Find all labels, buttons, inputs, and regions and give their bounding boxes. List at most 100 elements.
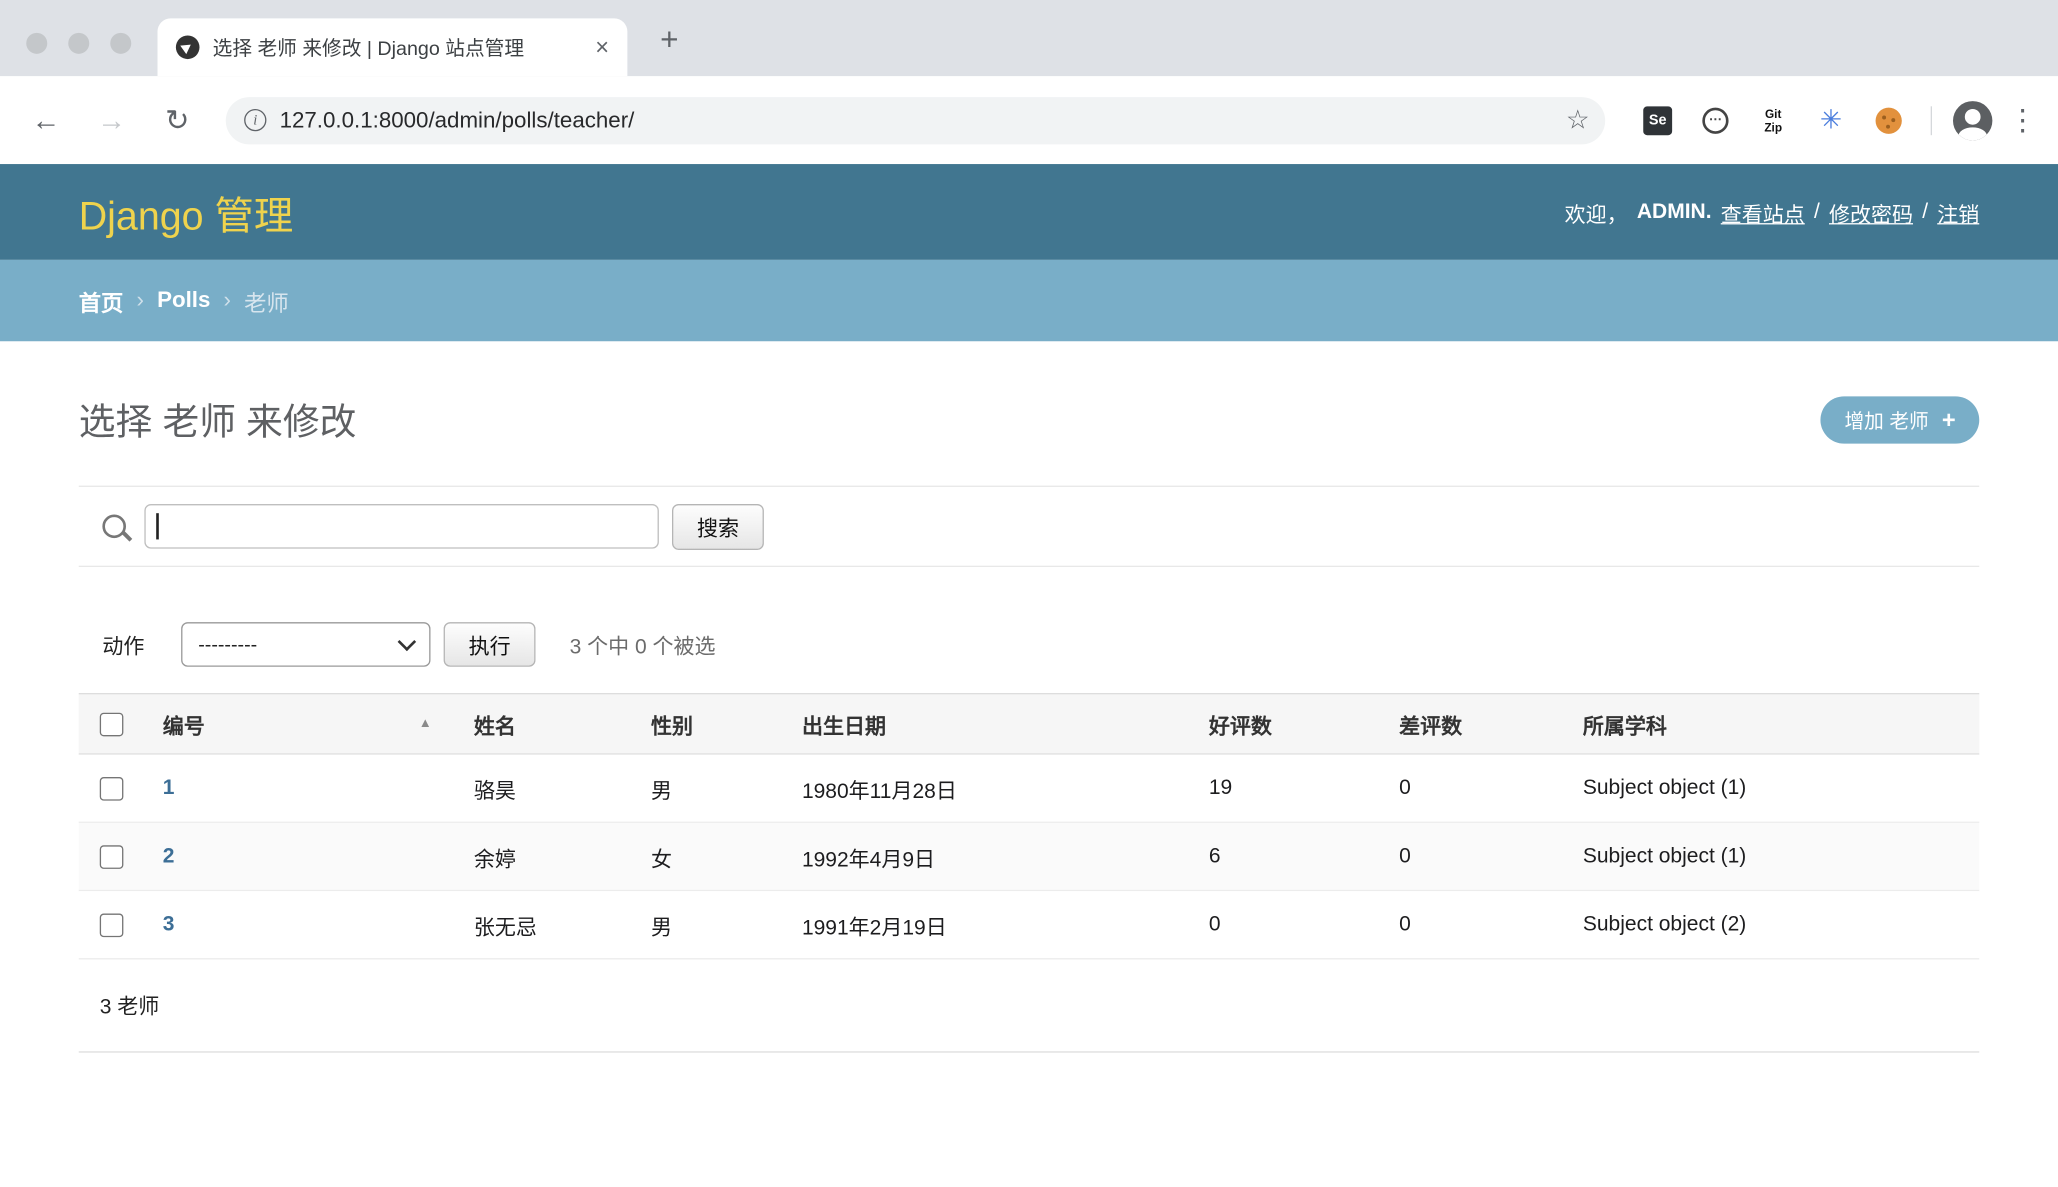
table-row: 3 张无忌 男 1991年2月19日 0 0 Subject object (2… <box>79 891 1980 959</box>
logout-link[interactable]: 注销 <box>1937 196 1979 228</box>
link-separator: / <box>1814 200 1820 224</box>
content-area: 选择 老师 来修改 增加 老师 + 搜索 动作 --------- 执行 3 个… <box>0 394 2058 1053</box>
tab-title: 选择 老师 来修改 | Django 站点管理 <box>213 33 582 61</box>
browser-menu-icon[interactable]: ⋮ <box>2008 103 2037 137</box>
search-icon <box>102 515 126 539</box>
window-minimize-button[interactable] <box>68 33 89 54</box>
browser-toolbar: ← → ↻ i 127.0.0.1:8000/admin/polls/teach… <box>0 76 2058 164</box>
cell-good: 19 <box>1188 755 1378 822</box>
row-checkbox[interactable] <box>100 776 124 800</box>
action-label: 动作 <box>102 629 144 661</box>
page-header: 选择 老师 来修改 增加 老师 + <box>79 394 1980 447</box>
cell-name: 余婷 <box>453 823 630 890</box>
toolbar-divider <box>1931 106 1932 135</box>
cell-subject: Subject object (1) <box>1562 755 1979 822</box>
action-select[interactable]: --------- <box>181 622 430 667</box>
link-separator: / <box>1922 200 1928 224</box>
tab-strip: 选择 老师 来修改 | Django 站点管理 × + <box>0 0 2058 76</box>
chevron-down-icon <box>398 633 417 652</box>
table-row: 2 余婷 女 1992年4月9日 6 0 Subject object (1) <box>79 823 1980 891</box>
breadcrumb-current: 老师 <box>244 284 289 317</box>
window-zoom-button[interactable] <box>110 33 131 54</box>
cell-gender: 男 <box>630 755 781 822</box>
breadcrumb-app-link[interactable]: Polls <box>157 287 210 313</box>
cell-good: 6 <box>1188 823 1378 890</box>
window-controls <box>26 33 131 54</box>
column-header-name[interactable]: 姓名 <box>453 694 630 753</box>
selenium-extension-icon[interactable]: Se <box>1637 99 1679 141</box>
tab-favicon-icon <box>176 35 200 59</box>
cell-name: 骆昊 <box>453 755 630 822</box>
row-id-link[interactable]: 1 <box>163 776 175 800</box>
action-select-value: --------- <box>198 633 257 655</box>
page-title: 选择 老师 来修改 <box>79 394 357 447</box>
browser-window: 选择 老师 来修改 | Django 站点管理 × + ← → ↻ i 127.… <box>0 0 2058 1187</box>
cell-subject: Subject object (2) <box>1562 891 1979 958</box>
actions-bar: 动作 --------- 执行 3 个中 0 个被选 <box>79 622 1980 667</box>
search-input[interactable] <box>144 504 659 549</box>
result-table: 编号 ▲ 姓名 性别 出生日期 好评数 差评数 所属学科 1 骆昊 男 1980… <box>79 693 1980 1053</box>
cell-birthday: 1992年4月9日 <box>781 823 1188 890</box>
column-header-subject[interactable]: 所属学科 <box>1562 694 1979 753</box>
change-password-link[interactable]: 修改密码 <box>1829 196 1913 228</box>
table-row: 1 骆昊 男 1980年11月28日 19 0 Subject object (… <box>79 755 1980 823</box>
cell-gender: 女 <box>630 823 781 890</box>
username-text: ADMIN. <box>1637 200 1712 224</box>
breadcrumb-separator: › <box>137 287 144 313</box>
cell-bad: 0 <box>1378 891 1562 958</box>
row-id-link[interactable]: 3 <box>163 913 175 937</box>
cell-subject: Subject object (1) <box>1562 823 1979 890</box>
tab-close-icon[interactable]: × <box>595 33 609 61</box>
add-teacher-button[interactable]: 增加 老师 + <box>1821 396 1979 443</box>
reload-icon[interactable]: ↻ <box>160 103 194 137</box>
column-header-bad[interactable]: 差评数 <box>1378 694 1562 753</box>
cookie-extension-icon[interactable] <box>1868 99 1910 141</box>
cell-birthday: 1991年2月19日 <box>781 891 1188 958</box>
row-checkbox[interactable] <box>100 845 124 869</box>
address-bar[interactable]: i 127.0.0.1:8000/admin/polls/teacher/ ☆ <box>226 96 1605 143</box>
admin-header: Django 管理 欢迎， ADMIN. 查看站点 / 修改密码 / 注销 <box>0 164 2058 260</box>
breadcrumb-separator: › <box>224 287 231 313</box>
site-brand[interactable]: Django 管理 <box>79 183 293 241</box>
bookmark-star-icon[interactable]: ☆ <box>1566 104 1590 137</box>
text-caret <box>156 513 159 539</box>
search-input-wrap <box>144 504 659 549</box>
new-tab-button[interactable]: + <box>651 22 688 59</box>
row-checkbox[interactable] <box>100 913 124 937</box>
cell-name: 张无忌 <box>453 891 630 958</box>
breadcrumb: 首页 › Polls › 老师 <box>0 260 2058 341</box>
user-tools: 欢迎， ADMIN. 查看站点 / 修改密码 / 注销 <box>1565 196 1980 228</box>
cell-bad: 0 <box>1378 823 1562 890</box>
column-header-id[interactable]: 编号 <box>163 708 205 740</box>
browser-tab[interactable]: 选择 老师 来修改 | Django 站点管理 × <box>158 18 628 76</box>
column-header-gender[interactable]: 性别 <box>630 694 781 753</box>
cell-good: 0 <box>1188 891 1378 958</box>
breadcrumb-home-link[interactable]: 首页 <box>79 284 124 317</box>
search-toolbar: 搜索 <box>79 486 1980 567</box>
sort-ascending-icon[interactable]: ▲ <box>419 717 432 731</box>
window-close-button[interactable] <box>26 33 47 54</box>
column-header-good[interactable]: 好评数 <box>1188 694 1378 753</box>
gitzip-extension-icon[interactable]: GitZip <box>1752 99 1794 141</box>
row-id-link[interactable]: 2 <box>163 845 175 869</box>
add-teacher-label: 增加 老师 <box>1844 406 1928 434</box>
page-info-icon[interactable]: i <box>244 109 266 131</box>
view-site-link[interactable]: 查看站点 <box>1721 196 1805 228</box>
column-header-birthday[interactable]: 出生日期 <box>781 694 1188 753</box>
go-button[interactable]: 执行 <box>444 622 536 667</box>
extensions-area: Se ⋯ GitZip ✳ ⋮ <box>1637 99 2037 141</box>
cell-gender: 男 <box>630 891 781 958</box>
url-text[interactable]: 127.0.0.1:8000/admin/polls/teacher/ <box>280 107 1553 133</box>
profile-avatar[interactable] <box>1953 100 1992 139</box>
selection-counter: 3 个中 0 个被选 <box>570 629 716 661</box>
result-count: 3 老师 <box>79 959 1980 1052</box>
pinwheel-extension-icon[interactable]: ✳ <box>1810 99 1852 141</box>
table-header-row: 编号 ▲ 姓名 性别 出生日期 好评数 差评数 所属学科 <box>79 693 1980 755</box>
welcome-text: 欢迎， <box>1565 196 1628 228</box>
forward-icon: → <box>95 103 129 137</box>
search-button[interactable]: 搜索 <box>672 503 764 549</box>
cell-birthday: 1980年11月28日 <box>781 755 1188 822</box>
select-all-checkbox[interactable] <box>100 712 124 736</box>
back-icon[interactable]: ← <box>29 103 63 137</box>
dots-extension-icon[interactable]: ⋯ <box>1694 99 1736 141</box>
